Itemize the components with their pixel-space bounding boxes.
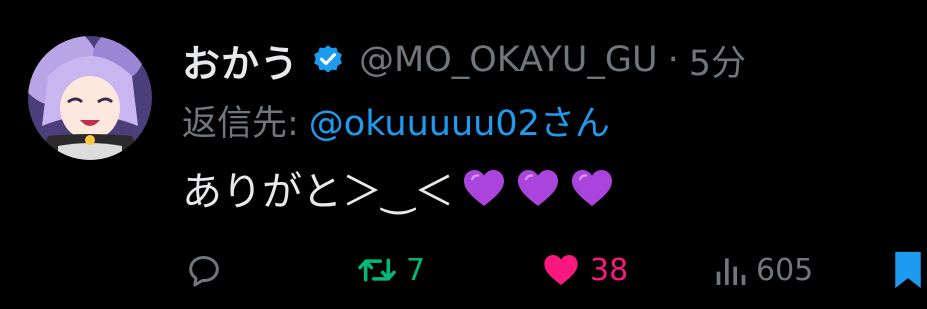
- analytics-icon: [716, 258, 746, 285]
- reply-icon: [189, 256, 219, 287]
- purple-heart-icon: [514, 164, 562, 212]
- tweet-text: ありがと＞‿＜: [182, 158, 616, 218]
- retweet-button[interactable]: 7: [356, 240, 425, 300]
- like-button[interactable]: 38: [540, 240, 628, 300]
- purple-heart-icon: [568, 164, 616, 212]
- author-handle[interactable]: @MO_OKAYU_GU: [359, 40, 658, 80]
- like-count: 38: [590, 252, 629, 288]
- heart-icon: [544, 255, 578, 285]
- tweet-body: ありがと＞‿＜: [182, 169, 455, 215]
- action-bar: 7 38 605: [0, 240, 927, 300]
- views-button[interactable]: 605: [712, 240, 813, 300]
- purple-heart-icon: [460, 164, 508, 212]
- reply-target-link[interactable]: @okuuuuu02さん: [309, 95, 610, 146]
- reply-button[interactable]: [184, 240, 232, 300]
- avatar[interactable]: [28, 36, 152, 160]
- retweet-icon: [358, 258, 396, 282]
- avatar-image: [28, 36, 152, 160]
- tweet-header: おかう @MO_OKAYU_GU · 5分: [182, 32, 746, 88]
- timestamp[interactable]: 5分: [689, 35, 746, 86]
- reply-prefix: 返信先:: [182, 103, 299, 144]
- tweet[interactable]: おかう @MO_OKAYU_GU · 5分 返信先: @okuuuuu02さん …: [0, 0, 927, 309]
- display-name[interactable]: おかう: [182, 33, 299, 88]
- bookmark-button[interactable]: [892, 240, 924, 300]
- view-count: 605: [756, 252, 814, 288]
- verified-badge-icon: [311, 43, 345, 77]
- separator-dot: ·: [667, 40, 679, 80]
- retweet-count: 7: [406, 252, 426, 288]
- bookmark-icon: [895, 251, 921, 289]
- reply-context: 返信先: @okuuuuu02さん: [182, 92, 610, 148]
